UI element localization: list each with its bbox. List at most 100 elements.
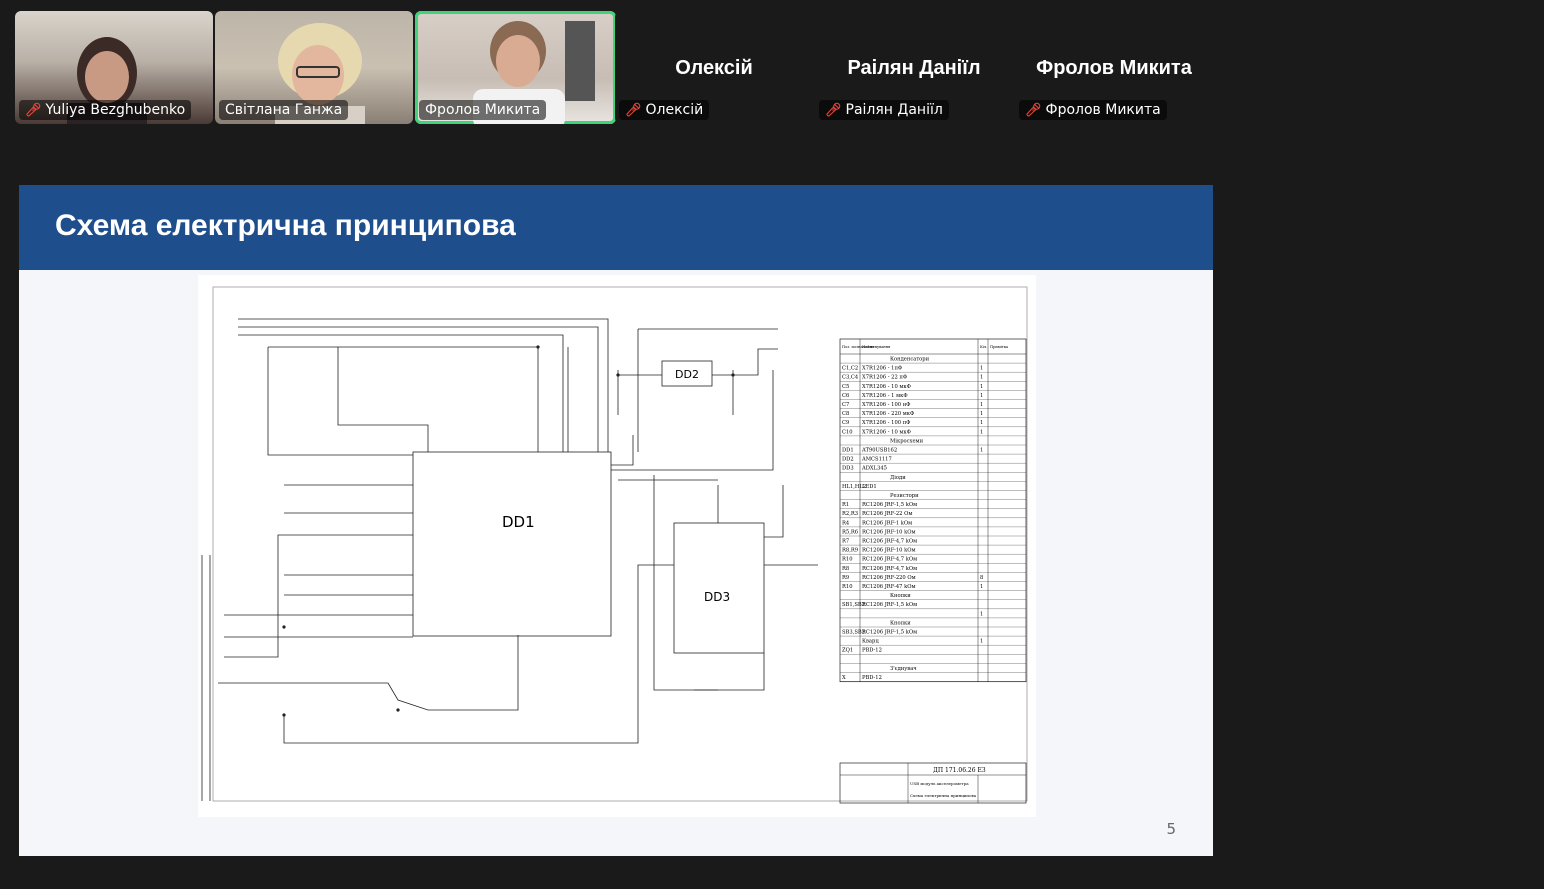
- parts-table-cell: C1,C2: [842, 366, 858, 372]
- parts-table-cell: 1: [980, 639, 983, 645]
- participant-name-tag: 🎤︎ Yuliya Bezghubenko: [19, 100, 192, 120]
- parts-table-cell: Кварц: [862, 639, 879, 645]
- parts-table-cell: 1: [980, 366, 983, 372]
- participant-tile[interactable]: 🎤︎ Yuliya Bezghubenko: [15, 11, 213, 124]
- parts-table-cell: RC1206 JRF-1,5 kOм: [862, 630, 917, 636]
- participant-name: Фролов Микита: [425, 102, 541, 118]
- parts-table-cell: DD2: [842, 457, 854, 463]
- parts-table-cell: 1: [980, 375, 983, 381]
- mic-off-icon: 🎤︎: [625, 102, 642, 118]
- participant-name-tag: 🎤︎ Фролов Микита: [1019, 100, 1167, 120]
- slide-header: Схема електрична принципова: [19, 185, 1213, 270]
- slide-page-number: 5: [1166, 820, 1176, 838]
- parts-table-cell: X7R1206 - 100 нФ: [862, 402, 911, 408]
- schematic-drawing: DD1 DD2 DD3 Поз. позначенняНайменування К…: [201, 286, 1028, 804]
- parts-table-cell: RC1206 JRF-220 Ом: [862, 575, 916, 581]
- parts-table-cell: R10: [842, 584, 853, 590]
- parts-table-cell: X7R1206 - 10 мкФ: [862, 429, 912, 435]
- dd1-label: DD1: [502, 513, 535, 531]
- parts-table-cell: 1: [980, 411, 983, 417]
- parts-table-cell: 1: [980, 393, 983, 399]
- parts-table-cell: Мікросхеми: [890, 438, 924, 444]
- participant-tile[interactable]: Олексій 🎤︎ Олексій: [615, 11, 813, 124]
- parts-table-cell: X7R1206 - 1пФ: [862, 366, 903, 372]
- parts-table-cell: DD3: [842, 466, 854, 472]
- participant-tile[interactable]: Раілян Даніїл 🎤︎ Раілян Даніїл: [815, 11, 1013, 124]
- parts-table-cell: RC1206 JRF-47 kOм: [862, 584, 916, 590]
- parts-table-cell: R4: [842, 520, 850, 526]
- parts-table-cell: RC1206 JRF-10 kOм: [862, 529, 916, 535]
- parts-table-cell: R2,R3: [842, 511, 858, 517]
- parts-table-cell: C9: [842, 420, 849, 426]
- parts-table-cell: 8: [980, 575, 983, 581]
- parts-table-cell: 1: [980, 402, 983, 408]
- parts-table-cell: C7: [842, 402, 849, 408]
- parts-table-cell: X7R1206 - 100 пФ: [862, 420, 911, 426]
- dd2-label: DD2: [675, 368, 699, 381]
- parts-table-cell: C6: [842, 393, 849, 399]
- parts-table-cell: PBD-12: [862, 648, 882, 654]
- participant-tile[interactable]: Світлана Ганжа: [215, 11, 413, 124]
- parts-table-cell: RC1206 JRF-22 Ом: [862, 511, 912, 517]
- shared-screen-slide: Схема електрична принципова DD1 DD2 DD3 …: [19, 148, 1213, 856]
- parts-table-cell: RC1206 JRF-1 kOм: [862, 520, 912, 526]
- circuit-schematic: DD1 DD2 DD3 Поз. позначення Найменування К…: [198, 275, 1036, 817]
- participant-display-name: Раілян Даніїл: [847, 57, 981, 79]
- parts-table-cell: 1: [980, 420, 983, 426]
- parts-table-cell: Резистори: [890, 493, 919, 499]
- parts-table-cell: R5,R6: [842, 529, 858, 535]
- parts-table-cell: RC1206 JRF-10 kOм: [862, 548, 916, 554]
- participant-name-tag: 🎤︎ Раілян Даніїл: [819, 100, 949, 120]
- parts-table-cell: C10: [842, 429, 853, 435]
- parts-table-cell: 1: [980, 448, 983, 454]
- parts-table-cell: R9: [842, 575, 849, 581]
- slide-top-band: [19, 148, 1213, 185]
- parts-table-cell: RC1206 JRF-4,7 kOм: [862, 557, 917, 563]
- parts-table-cell: DD1: [842, 448, 854, 454]
- parts-table-cell: C3,C4: [842, 375, 859, 381]
- parts-table-cell: LED1: [862, 484, 877, 490]
- parts-table-cell: 1: [980, 611, 983, 617]
- parts-table-cell: З'єднувач: [890, 666, 917, 672]
- participant-name: Світлана Ганжа: [225, 102, 343, 118]
- mic-off-icon: 🎤︎: [825, 102, 842, 118]
- participant-display-name: Олексій: [675, 57, 753, 79]
- parts-table-cell: R7: [842, 539, 849, 545]
- parts-table-cell: Кнопки: [890, 593, 911, 599]
- title-block-code: ДП 171.06.26 Е3: [933, 767, 986, 774]
- participant-display-name: Фролов Микита: [1036, 57, 1192, 79]
- parts-table-cell: ZQ1: [842, 648, 853, 654]
- parts-table-cell: R8,R9: [842, 548, 858, 554]
- dd3-chip: [673, 522, 765, 654]
- title-block-name: Схема електрична принципова: [910, 793, 977, 798]
- title-block-product: USB модуль акселерометра: [910, 781, 969, 786]
- parts-table-cell: RC1206 JRF-1,5 kOм: [862, 502, 917, 508]
- parts-table-cell: Діоди: [890, 475, 906, 481]
- participant-name: Раілян Даніїл: [845, 102, 943, 118]
- parts-table-cell: 1: [980, 384, 983, 390]
- participant-name: Yuliya Bezghubenko: [45, 102, 186, 118]
- participant-tile[interactable]: Фролов Микита 🎤︎ Фролов Микита: [1015, 11, 1213, 124]
- title-block: ДП 171.06.26 Е3 USB модуль акселерометра…: [839, 762, 1027, 804]
- parts-table-cell: AT90USB162: [861, 448, 897, 454]
- parts-list-table: Поз. позначенняНайменування Кіл. ПриміткаК…: [839, 338, 1027, 683]
- parts-table-cell: Кнопки: [890, 620, 911, 626]
- parts-table-header: Найменування: [862, 345, 891, 349]
- participant-name-tag: Світлана Ганжа: [219, 100, 349, 120]
- parts-table-cell: X7R1206 - 1 мкФ: [862, 393, 908, 399]
- parts-table-cell: RC1206 JRF-1,5 kOм: [862, 602, 917, 608]
- participant-name: Олексій: [645, 102, 704, 118]
- participant-name-tag: Фролов Микита: [419, 100, 547, 120]
- parts-table-cell: RC1206 JRF-4,7 kOм: [862, 539, 917, 545]
- participant-name-tag: 🎤︎ Олексій: [619, 100, 710, 120]
- parts-table-cell: X7R1206 - 220 мкФ: [862, 411, 915, 417]
- parts-table-cell: 1: [980, 429, 983, 435]
- mic-off-icon: 🎤︎: [1025, 102, 1042, 118]
- participant-tile-active[interactable]: Фролов Микита: [415, 11, 616, 124]
- parts-table-cell: X7R1206 - 10 мкФ: [862, 384, 912, 390]
- parts-table-cell: X7R1206 - 22 пФ: [862, 375, 908, 381]
- parts-table-cell: 1: [980, 584, 983, 590]
- parts-table-cell: R8: [842, 566, 849, 572]
- participant-name: Фролов Микита: [1045, 102, 1161, 118]
- parts-table-cell: R1: [842, 502, 849, 508]
